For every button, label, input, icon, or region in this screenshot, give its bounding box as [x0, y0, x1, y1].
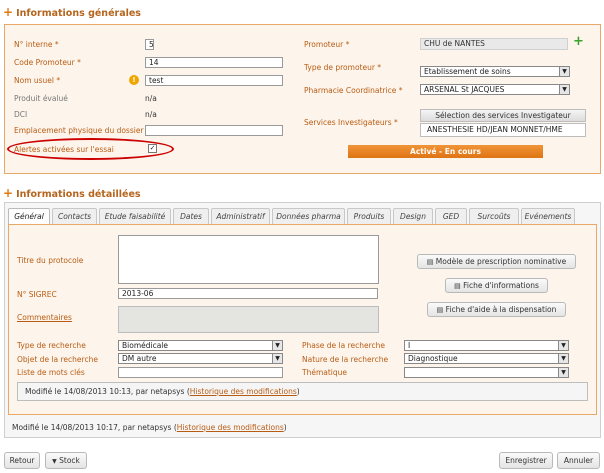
expand-plus-icon[interactable]: + — [3, 5, 13, 19]
type-recherche-label: Type de recherche — [17, 341, 86, 350]
warning-icon: ! — [129, 75, 139, 85]
outer-modified-note: Modifié le 14/08/2013 10:17, par netapsy… — [12, 423, 287, 432]
document-icon: ▤ — [436, 306, 444, 314]
objet-recherche-select[interactable]: DM autre ▼ — [118, 353, 283, 364]
objet-recherche-label: Objet de la recherche — [17, 355, 98, 364]
fiche-aide-button[interactable]: ▤ Fiche d'aide à la dispensation — [427, 302, 566, 317]
alertes-label: Alertes activées sur l'essai — [14, 145, 114, 154]
numero-interne-label: N° interne * — [14, 40, 59, 49]
mots-cles-input[interactable] — [118, 367, 283, 378]
chevron-down-icon[interactable]: ▼ — [558, 368, 568, 377]
mots-cles-label: Liste de mots clés — [17, 368, 85, 377]
tab-surcouts[interactable]: Surcoûts — [469, 208, 519, 224]
chevron-down-icon: ▼ — [52, 458, 57, 465]
pharmacie-select[interactable]: ARSENAL St JACQUES ▼ — [420, 84, 570, 95]
numero-interne-input[interactable]: 52 — [145, 39, 154, 50]
type-promoteur-select[interactable]: Etablissement de soins ▼ — [420, 66, 570, 77]
general-section-title: + Informations générales — [3, 5, 141, 19]
promoteur-value: CHU de NANTES — [420, 38, 568, 50]
tab-etude-faisabilite[interactable]: Etude faisabilité — [99, 208, 171, 224]
produit-evalue-label: Produit évalué — [14, 94, 68, 103]
chevron-down-icon[interactable]: ▼ — [559, 67, 569, 76]
status-badge: Activé - En cours — [348, 145, 543, 158]
titre-protocole-textarea[interactable] — [118, 235, 379, 284]
chevron-down-icon[interactable]: ▼ — [558, 341, 568, 350]
tab-evenements[interactable]: Evénements — [521, 208, 575, 224]
expand-plus-icon[interactable]: + — [3, 186, 13, 200]
historique-link[interactable]: Historique des modifications — [177, 423, 284, 432]
commentaires-link[interactable]: Commentaires — [17, 313, 72, 322]
pharmacie-label: Pharmacie Coordinatrice * — [304, 86, 403, 95]
document-icon: ▤ — [454, 282, 461, 290]
nature-select[interactable]: Diagnostique ▼ — [404, 353, 569, 364]
nom-usuel-input[interactable]: test — [145, 75, 283, 86]
tab-contacts[interactable]: Contacts — [52, 208, 97, 224]
services-label: Services Investigateurs * — [304, 118, 398, 127]
enregistrer-button[interactable]: Enregistrer — [499, 452, 553, 469]
type-recherche-select[interactable]: Biomédicale ▼ — [118, 340, 283, 351]
nature-label: Nature de la recherche — [302, 355, 389, 364]
modele-prescription-button[interactable]: ▤ Modèle de prescription nominative — [417, 254, 576, 269]
fiche-informations-button[interactable]: ▤ Fiche d'informations — [445, 278, 548, 293]
tab-administratif[interactable]: Administratif — [211, 208, 270, 224]
phase-label: Phase de la recherche — [302, 341, 386, 350]
tab-donnees-pharma[interactable]: Données pharma — [272, 208, 345, 224]
emplacement-label: Emplacement physique du dossier — [14, 126, 144, 135]
annuler-button[interactable]: Annuler — [557, 452, 600, 469]
promoteur-label: Promoteur * — [304, 40, 350, 49]
emplacement-input[interactable] — [145, 125, 283, 136]
phase-select[interactable]: I ▼ — [404, 340, 569, 351]
services-list[interactable]: ANESTHESIE HD/JEAN MONNET/HME — [420, 123, 586, 137]
tab-dates[interactable]: Dates — [173, 208, 209, 224]
chevron-down-icon[interactable]: ▼ — [272, 341, 282, 350]
type-promoteur-label: Type de promoteur * — [304, 63, 382, 72]
add-promoteur-plus-icon[interactable]: + — [573, 35, 584, 48]
tab-produits[interactable]: Produits — [347, 208, 391, 224]
historique-link[interactable]: Historique des modifications — [190, 387, 297, 396]
produit-evalue-value: n/a — [145, 94, 157, 103]
dci-label: DCI — [14, 110, 28, 119]
retour-button[interactable]: Retour — [4, 452, 40, 469]
services-selection-header[interactable]: Sélection des services Investigateur — [420, 109, 586, 122]
thematique-select[interactable]: ▼ — [404, 367, 569, 378]
commentaires-textarea[interactable] — [118, 306, 379, 333]
chevron-down-icon[interactable]: ▼ — [558, 354, 568, 363]
detail-section-title: + Informations détaillées — [3, 186, 141, 200]
inner-modified-box: Modifié le 14/08/2013 10:13, par netapsy… — [17, 382, 588, 401]
stock-button[interactable]: ▼ Stock — [45, 452, 87, 469]
tab-general[interactable]: Général — [8, 208, 50, 225]
titre-protocole-label: Titre du protocole — [17, 256, 84, 265]
chevron-down-icon[interactable]: ▼ — [559, 85, 569, 94]
thematique-label: Thématique — [302, 368, 348, 377]
dci-value: n/a — [145, 110, 157, 119]
code-promoteur-label: Code Promoteur * — [14, 58, 81, 67]
sigrec-label: N° SIGREC — [17, 290, 57, 299]
document-icon: ▤ — [426, 258, 434, 266]
tab-design[interactable]: Design — [393, 208, 433, 224]
tab-ged[interactable]: GED — [435, 208, 467, 224]
alertes-checkbox[interactable]: ✓ — [148, 144, 157, 153]
nom-usuel-label: Nom usuel * — [14, 76, 61, 85]
chevron-down-icon[interactable]: ▼ — [272, 354, 282, 363]
code-promoteur-input[interactable]: 14 — [145, 57, 283, 68]
sigrec-input[interactable]: 2013-06 — [118, 288, 378, 299]
